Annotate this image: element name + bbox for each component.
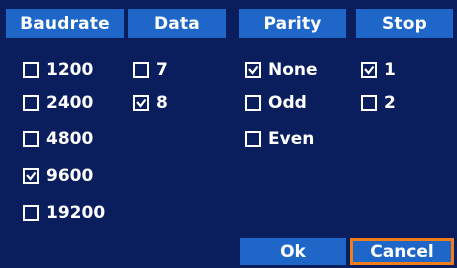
checkbox-checked[interactable] [23, 168, 39, 184]
checkbox-checked[interactable] [245, 62, 261, 78]
checkbox-unchecked[interactable] [23, 205, 39, 221]
option-label: Even [268, 129, 315, 149]
option-label: Odd [268, 93, 307, 113]
parity-header: Parity [239, 9, 346, 38]
data-option-8[interactable]: 8 [133, 90, 168, 116]
parity-option-odd[interactable]: Odd [245, 90, 307, 116]
checkmark-icon [248, 65, 259, 75]
option-label: 4800 [46, 129, 94, 149]
baudrate-header: Baudrate [6, 9, 124, 38]
checkbox-unchecked[interactable] [245, 131, 261, 147]
option-label: None [268, 60, 318, 80]
checkbox-unchecked[interactable] [23, 62, 39, 78]
checkmark-icon [26, 171, 37, 181]
option-label: 19200 [46, 203, 106, 223]
baudrate-option-4800[interactable]: 4800 [23, 126, 93, 152]
option-label: 7 [156, 60, 168, 80]
stop-header: Stop [356, 9, 453, 38]
baudrate-option-19200[interactable]: 19200 [23, 200, 105, 226]
checkbox-unchecked[interactable] [133, 62, 149, 78]
baudrate-option-1200[interactable]: 1200 [23, 57, 93, 83]
baudrate-option-2400[interactable]: 2400 [23, 90, 93, 116]
checkbox-checked[interactable] [133, 95, 149, 111]
data-option-7[interactable]: 7 [133, 57, 168, 83]
ok-button[interactable]: Ok [240, 238, 346, 265]
serial-settings-panel: Baudrate Data Parity Stop 1200 2400 4800… [0, 0, 457, 268]
option-label: 2 [384, 93, 396, 113]
checkbox-checked[interactable] [361, 62, 377, 78]
data-header: Data [128, 9, 226, 38]
option-label: 1200 [46, 60, 94, 80]
stop-option-1[interactable]: 1 [361, 57, 396, 83]
checkbox-unchecked[interactable] [23, 131, 39, 147]
baudrate-option-9600[interactable]: 9600 [23, 163, 93, 189]
checkmark-icon [364, 65, 375, 75]
option-label: 2400 [46, 93, 94, 113]
parity-option-none[interactable]: None [245, 57, 318, 83]
cancel-button[interactable]: Cancel [350, 238, 454, 265]
checkbox-unchecked[interactable] [361, 95, 377, 111]
option-label: 8 [156, 93, 168, 113]
option-label: 1 [384, 60, 396, 80]
parity-option-even[interactable]: Even [245, 126, 314, 152]
option-label: 9600 [46, 166, 94, 186]
stop-option-2[interactable]: 2 [361, 90, 396, 116]
checkmark-icon [136, 98, 147, 108]
checkbox-unchecked[interactable] [245, 95, 261, 111]
checkbox-unchecked[interactable] [23, 95, 39, 111]
